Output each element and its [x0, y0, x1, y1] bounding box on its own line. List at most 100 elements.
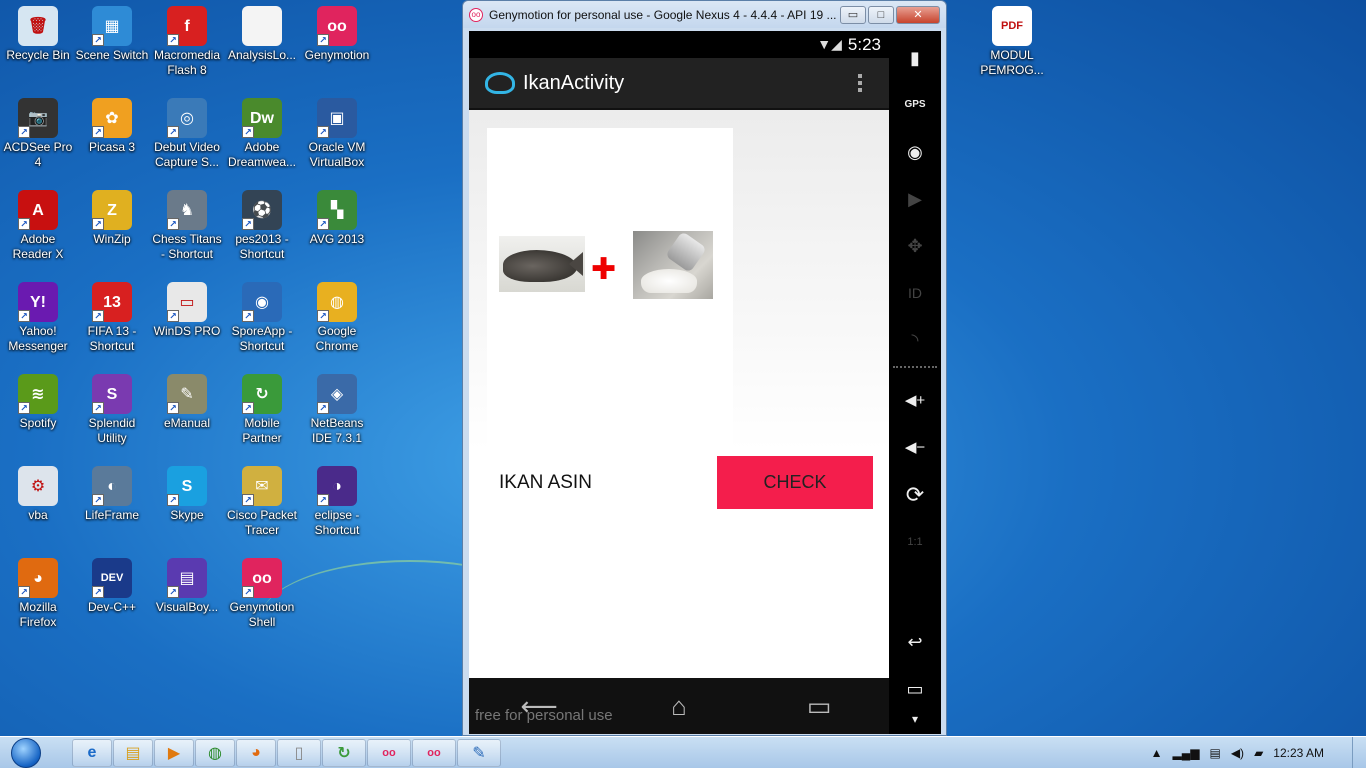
desktop-icon-eclipse[interactable]: ◑ ↗ eclipse - Shortcut [299, 466, 375, 538]
taskbar-ie-button[interactable]: e [72, 738, 112, 767]
shortcut-arrow-icon: ↗ [317, 494, 329, 506]
shortcut-arrow-icon: ↗ [18, 402, 30, 414]
macromedia-flash-8-icon: f ↗ [167, 6, 207, 46]
desktop-icon-label: WinZip [93, 232, 131, 246]
app-logo-icon[interactable] [485, 72, 515, 94]
desktop-icon-adobe-dreamweaver[interactable]: Dw ↗ Adobe Dreamwea... [224, 98, 300, 170]
recents-icon[interactable]: ▭ [895, 669, 935, 709]
check-button[interactable]: CHECK [717, 456, 873, 509]
gps-icon[interactable]: GPS [895, 85, 935, 125]
desktop-icon-oracle-vm-virtualbox[interactable]: ▣ ↗ Oracle VM VirtualBox [299, 98, 375, 170]
desktop-icon-genymotion[interactable]: oo ↗ Genymotion [299, 6, 375, 63]
desktop-icon-modul-pemrog[interactable]: PDF MODUL PEMROG... [974, 6, 1050, 78]
menu-icon[interactable]: ▾ [895, 709, 935, 729]
taskbar-mobile-partner-button[interactable]: ↻ [322, 738, 366, 767]
desktop-icon-splendid-utility[interactable]: S ↗ Splendid Utility [74, 374, 150, 446]
taskbar-media-player-button[interactable]: ▶ [154, 738, 194, 767]
desktop-icon-picasa-3[interactable]: ✿ ↗ Picasa 3 [74, 98, 150, 155]
desktop-icon-sporeapp[interactable]: ◉ ↗ SporeApp - Shortcut [224, 282, 300, 354]
desktop-icon-macromedia-flash-8[interactable]: f ↗ Macromedia Flash 8 [149, 6, 225, 78]
desktop-icon-recycle-bin[interactable]: 🗑 Recycle Bin [0, 6, 76, 63]
desktop-icon-skype[interactable]: S ↗ Skype [149, 466, 225, 523]
taskbar-firefox-button[interactable]: ◕ [236, 738, 276, 767]
taskbar-genymotion-2-button[interactable]: oo [412, 738, 456, 767]
home-nav-icon[interactable]: ⌂ [649, 691, 709, 722]
desktop-icon-label: Mozilla Firefox [19, 600, 57, 629]
desktop-icon-genymotion-shell[interactable]: oo ↗ Genymotion Shell [224, 558, 300, 630]
rotate-icon[interactable]: ⟳ [895, 475, 935, 515]
winzip-icon: Z ↗ [92, 190, 132, 230]
back-icon[interactable]: ↩ [895, 622, 935, 662]
desktop-icon-label: Google Chrome [315, 324, 359, 353]
desktop-icon-label: NetBeans IDE 7.3.1 [310, 416, 364, 445]
desktop-icon-label: Picasa 3 [88, 140, 136, 154]
desktop-icon-dev-cpp[interactable]: DEV ↗ Dev-C++ [74, 558, 150, 615]
battery-icon[interactable]: ▮ [895, 38, 935, 78]
volume-icon[interactable]: ◀) [1231, 746, 1244, 760]
desktop-icon-spotify[interactable]: ≋ ↗ Spotify [0, 374, 76, 431]
desktop-icon-label: eclipse - Shortcut [314, 508, 360, 537]
sporeapp-icon: ◉ ↗ [242, 282, 282, 322]
minimize-button[interactable]: ▭ [840, 5, 866, 24]
shortcut-arrow-icon: ↗ [167, 494, 179, 506]
shortcut-arrow-icon: ↗ [317, 310, 329, 322]
volume-down-icon[interactable]: ◀− [895, 428, 935, 468]
webcam-icon[interactable]: ◉ [895, 132, 935, 172]
show-desktop-button[interactable] [1352, 737, 1366, 768]
shortcut-arrow-icon: ↗ [167, 34, 179, 46]
desktop-icon-debut-video[interactable]: ◎ ↗ Debut Video Capture S... [149, 98, 225, 170]
desktop-icon-analysislo[interactable]: AnalysisLo... [224, 6, 300, 63]
desktop-icon-mobile-partner[interactable]: ↻ ↗ Mobile Partner [224, 374, 300, 446]
desktop-icon-chess-titans[interactable]: ♞ ↗ Chess Titans - Shortcut [149, 190, 225, 262]
desktop-icon-label: eManual [163, 416, 211, 430]
toolbar-divider [893, 366, 937, 368]
desktop-icon-avg-2013[interactable]: ▚ ↗ AVG 2013 [299, 190, 375, 247]
desktop-icon-label: Scene Switch [75, 48, 149, 62]
shortcut-arrow-icon: ↗ [242, 310, 254, 322]
desktop-icon-yahoo-messenger[interactable]: Y! ↗ Yahoo! Messenger [0, 282, 76, 354]
taskbar-genymotion-button[interactable]: oo [367, 738, 411, 767]
desktop-icon-netbeans-ide[interactable]: ◈ ↗ NetBeans IDE 7.3.1 [299, 374, 375, 446]
taskbar-chrome-button[interactable]: ◍ [195, 738, 235, 767]
taskbar-notepad-button[interactable]: ▯ [277, 738, 321, 767]
answer-input[interactable]: IKAN ASIN [487, 464, 717, 502]
desktop-icon-vba[interactable]: ⚙ vba [0, 466, 76, 523]
desktop-icon-emanual[interactable]: ✎ ↗ eManual [149, 374, 225, 431]
paint-icon: ✎ [472, 744, 486, 762]
desktop-icon-cisco-packet-tracer[interactable]: ✉ ↗ Cisco Packet Tracer [224, 466, 300, 538]
window-titlebar[interactable]: oo Genymotion for personal use - Google … [463, 1, 946, 28]
taskbar-explorer-button[interactable]: ▤ [113, 738, 153, 767]
desktop-icon-google-chrome[interactable]: ◍ ↗ Google Chrome [299, 282, 375, 354]
network-icon[interactable]: ▤ [1209, 746, 1220, 760]
overflow-menu-icon[interactable] [845, 74, 875, 92]
shortcut-arrow-icon: ↗ [167, 310, 179, 322]
desktop-icon-pes2013[interactable]: ⚽ ↗ pes2013 - Shortcut [224, 190, 300, 262]
scale-icon: 1:1 [907, 536, 923, 548]
tray-expand-icon[interactable]: ▲ [1151, 746, 1163, 760]
taskbar-paint-button[interactable]: ✎ [457, 738, 501, 767]
desktop-icon-winds-pro[interactable]: ▭ ↗ WinDS PRO [149, 282, 225, 339]
maximize-button[interactable]: □ [868, 5, 894, 24]
desktop-icon-visualboy[interactable]: ▤ ↗ VisualBoy... [149, 558, 225, 615]
recents-nav-icon[interactable]: ▭ [789, 691, 849, 722]
desktop-icon-lifeframe[interactable]: ◐ ↗ LifeFrame [74, 466, 150, 523]
desktop-icon-label: LifeFrame [84, 508, 140, 522]
action-center-icon[interactable]: ▰ [1254, 746, 1263, 760]
start-button[interactable] [0, 737, 52, 768]
desktop-icon-mozilla-firefox[interactable]: ◕ ↗ Mozilla Firefox [0, 558, 76, 630]
desktop-icon-acdsee-pro-4[interactable]: 📷 ↗ ACDSee Pro 4 [0, 98, 76, 170]
firefox-icon: ◕ [251, 743, 261, 761]
desktop-icon-scene-switch[interactable]: ▦ ↗ Scene Switch [74, 6, 150, 63]
desktop-icon-label: Chess Titans - Shortcut [152, 232, 222, 261]
signal-icon[interactable]: ▂▄▆ [1173, 746, 1200, 760]
taskbar-buttons: e ▤ ▶ ◍ ◕ ▯ ↻ oo oo ✎ [72, 738, 502, 767]
shortcut-arrow-icon: ↗ [92, 310, 104, 322]
volume-up-icon[interactable]: ◀+ [895, 381, 935, 421]
desktop-icon-fifa-13[interactable]: 13 ↗ FIFA 13 - Shortcut [74, 282, 150, 354]
desktop-icon-label: SporeApp - Shortcut [231, 324, 293, 353]
desktop-icon-label: Debut Video Capture S... [154, 140, 220, 169]
desktop-icon-winzip[interactable]: Z ↗ WinZip [74, 190, 150, 247]
desktop-icon-adobe-reader-x[interactable]: A ↗ Adobe Reader X [0, 190, 76, 262]
close-button[interactable]: ✕ [896, 5, 940, 24]
clock[interactable]: 12:23 AM [1273, 746, 1324, 760]
